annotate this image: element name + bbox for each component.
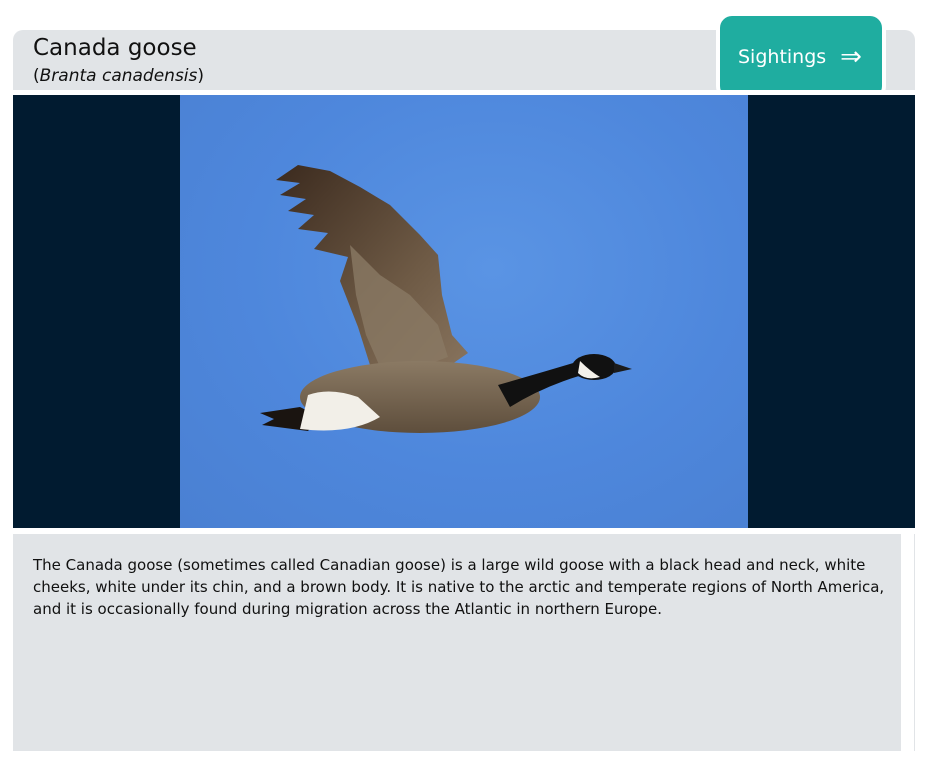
bird-photo <box>180 95 748 528</box>
goose-illustration <box>260 165 632 433</box>
sightings-button[interactable]: Sightings ⇒ <box>716 12 886 102</box>
scientific-name: (Branta canadensis) <box>33 66 204 86</box>
close-paren: ) <box>197 66 205 86</box>
scientific-name-text: Branta canadensis <box>39 66 198 86</box>
right-double-arrow-icon: ⇒ <box>840 42 862 72</box>
sightings-label: Sightings <box>738 46 827 68</box>
species-description: The Canada goose (sometimes called Canad… <box>33 556 885 618</box>
page-title: Canada goose <box>33 35 197 61</box>
description-scrollbar[interactable] <box>901 534 915 751</box>
photo-viewer <box>13 95 915 528</box>
open-paren: ( <box>33 66 40 86</box>
description-panel: The Canada goose (sometimes called Canad… <box>13 534 901 751</box>
